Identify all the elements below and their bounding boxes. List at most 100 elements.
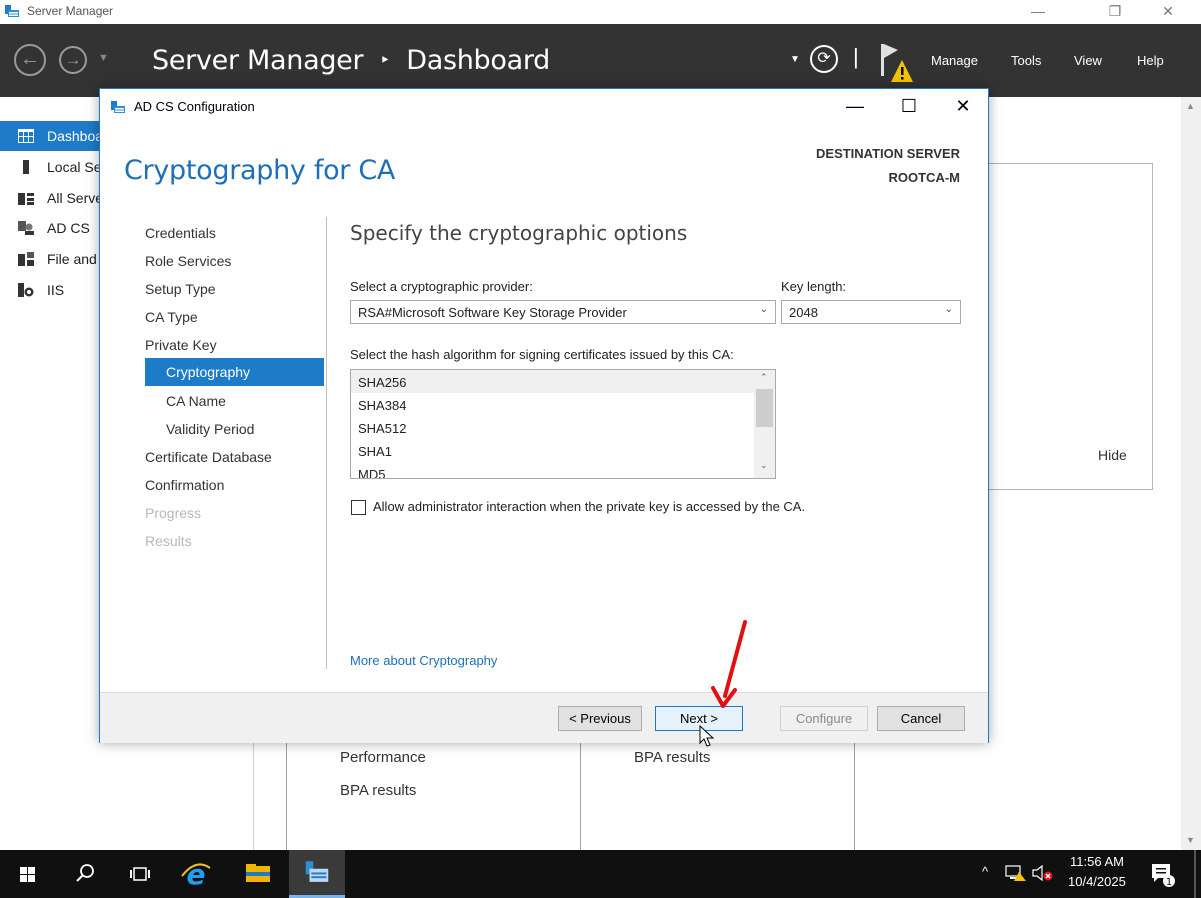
show-hidden-icons-icon[interactable]: ^	[982, 864, 988, 879]
menu-tools[interactable]: Tools	[1011, 53, 1041, 68]
svg-text:1: 1	[1166, 877, 1172, 888]
dashboard-icon	[18, 129, 34, 143]
provider-value: RSA#Microsoft Software Key Storage Provi…	[358, 305, 627, 320]
breadcrumb: Server Manager ‣ Dashboard	[152, 45, 550, 76]
step-private-key[interactable]: Private Key	[145, 337, 217, 353]
back-arrow-icon[interactable]: ←	[14, 44, 46, 76]
key-length-value: 2048	[789, 305, 818, 320]
steps-divider	[326, 217, 327, 669]
admin-interaction-label[interactable]: Allow administrator interaction when the…	[373, 499, 805, 514]
file-explorer-icon[interactable]	[230, 850, 286, 898]
sidebar-item-label: File and Storage Services	[47, 251, 101, 267]
history-dropdown-icon[interactable]: ▼	[98, 52, 109, 64]
refresh-icon[interactable]: ⟳	[810, 45, 838, 73]
menu-help[interactable]: Help	[1137, 53, 1164, 68]
breadcrumb-app: Server Manager	[152, 45, 364, 76]
step-setup-type[interactable]: Setup Type	[145, 281, 216, 297]
hash-algorithm-list[interactable]: SHA256 SHA384 SHA512 SHA1 MD5 ⌃ ⌄	[350, 369, 776, 479]
welcome-panel	[989, 163, 1153, 490]
header-separator: |	[853, 44, 859, 69]
hash-label: Select the hash algorithm for signing ce…	[350, 347, 734, 362]
server-icon	[23, 160, 29, 174]
list-item[interactable]: SHA384	[351, 393, 754, 416]
breadcrumb-separator-icon: ‣	[379, 50, 391, 71]
internet-explorer-icon[interactable]: e	[168, 850, 224, 898]
tile-gap	[558, 742, 580, 850]
step-cryptography[interactable]: Cryptography	[145, 358, 324, 386]
clock-time[interactable]: 11:56 AM	[1070, 854, 1124, 869]
role-tile: Performance BPA results	[286, 742, 561, 851]
volume-muted-icon[interactable]	[1031, 864, 1055, 882]
step-ca-name[interactable]: CA Name	[166, 393, 226, 409]
dialog-minimize-icon[interactable]: —	[828, 89, 882, 123]
mouse-cursor-icon	[699, 725, 715, 747]
list-item[interactable]: SHA1	[351, 439, 754, 462]
provider-select[interactable]: RSA#Microsoft Software Key Storage Provi…	[350, 300, 776, 324]
sidebar-item-all-servers[interactable]: All Servers	[0, 183, 101, 213]
dialog-maximize-icon[interactable]: ☐	[882, 89, 936, 123]
step-credentials[interactable]: Credentials	[145, 225, 216, 241]
start-windows-icon[interactable]	[0, 850, 56, 898]
list-item[interactable]: SHA512	[351, 416, 754, 439]
key-length-label: Key length:	[781, 279, 847, 294]
tile-performance[interactable]: Performance	[340, 749, 426, 766]
page-title: Cryptography for CA	[124, 155, 396, 186]
refresh-dropdown-icon[interactable]: ▼	[790, 54, 800, 65]
chevron-down-icon: ⌄	[759, 304, 768, 315]
ad-cs-configuration-dialog: AD CS Configuration — ☐ ✕ Cryptography f…	[99, 88, 989, 743]
sidebar-item-label: IIS	[47, 282, 65, 298]
server-manager-taskbar-icon[interactable]	[289, 850, 345, 898]
sidebar-item-local-server[interactable]: Local Server	[0, 152, 101, 182]
step-label: Cryptography	[166, 364, 251, 380]
sidebar-item-file-storage[interactable]: File and Storage Services	[0, 244, 101, 274]
restore-button[interactable]: ❐	[1092, 0, 1138, 24]
hide-link[interactable]: Hide	[1098, 447, 1127, 463]
more-about-link[interactable]: More about Cryptography	[350, 653, 497, 668]
scroll-up-icon[interactable]: ▲	[1186, 101, 1195, 111]
notifications-flag-icon[interactable]	[878, 42, 914, 86]
menu-view[interactable]: View	[1074, 53, 1102, 68]
step-validity-period[interactable]: Validity Period	[166, 421, 254, 437]
file-storage-icon	[18, 252, 34, 266]
scroll-down-icon[interactable]: ⌄	[760, 460, 768, 471]
scroll-down-icon[interactable]: ▼	[1186, 835, 1195, 845]
dialog-title: AD CS Configuration	[134, 99, 255, 114]
search-icon[interactable]	[56, 850, 112, 898]
sidebar-item-label: Dashboard	[47, 128, 101, 144]
task-view-icon[interactable]	[112, 850, 168, 898]
list-item[interactable]: MD5	[351, 462, 754, 478]
cancel-button[interactable]: Cancel	[877, 706, 965, 731]
tile-bpa-results[interactable]: BPA results	[634, 749, 710, 766]
key-length-select[interactable]: 2048 ⌄	[781, 300, 961, 324]
step-role-services[interactable]: Role Services	[145, 253, 231, 269]
tile-bpa-results[interactable]: BPA results	[340, 782, 416, 799]
window-title: Server Manager	[27, 4, 114, 18]
admin-interaction-checkbox[interactable]	[351, 500, 366, 515]
sidebar-item-iis[interactable]: IIS	[0, 275, 101, 305]
previous-button[interactable]: < Previous	[558, 706, 642, 731]
sidebar-item-ad-cs[interactable]: AD CS	[0, 213, 101, 243]
minimize-button[interactable]: —	[1015, 0, 1061, 24]
role-tile: BPA results	[580, 742, 855, 851]
list-item[interactable]: SHA256	[351, 370, 754, 393]
provider-label: Select a cryptographic provider:	[350, 279, 533, 294]
step-confirmation[interactable]: Confirmation	[145, 477, 224, 493]
close-button[interactable]: ✕	[1145, 0, 1191, 24]
notifications-icon[interactable]: 1	[1150, 862, 1176, 888]
chevron-down-icon: ⌄	[944, 304, 953, 315]
scroll-up-icon[interactable]: ⌃	[760, 372, 768, 383]
content-scrollbar[interactable]: ▲ ▼	[1181, 97, 1201, 850]
destination-server-value: ROOTCA-M	[888, 170, 961, 185]
list-scrollbar[interactable]: ⌃ ⌄	[754, 370, 775, 478]
sidebar-item-label: Local Server	[47, 159, 101, 175]
show-desktop-button[interactable]	[1194, 850, 1196, 898]
step-ca-type[interactable]: CA Type	[145, 309, 198, 325]
sidebar-item-dashboard[interactable]: Dashboard	[0, 121, 101, 151]
scroll-thumb[interactable]	[756, 389, 773, 427]
menu-manage[interactable]: Manage	[931, 53, 978, 68]
network-icon[interactable]	[1005, 864, 1027, 882]
dialog-close-icon[interactable]: ✕	[936, 89, 990, 123]
clock-date[interactable]: 10/4/2025	[1068, 874, 1126, 889]
forward-arrow-icon[interactable]: →	[59, 46, 87, 74]
step-certificate-database[interactable]: Certificate Database	[145, 449, 272, 465]
